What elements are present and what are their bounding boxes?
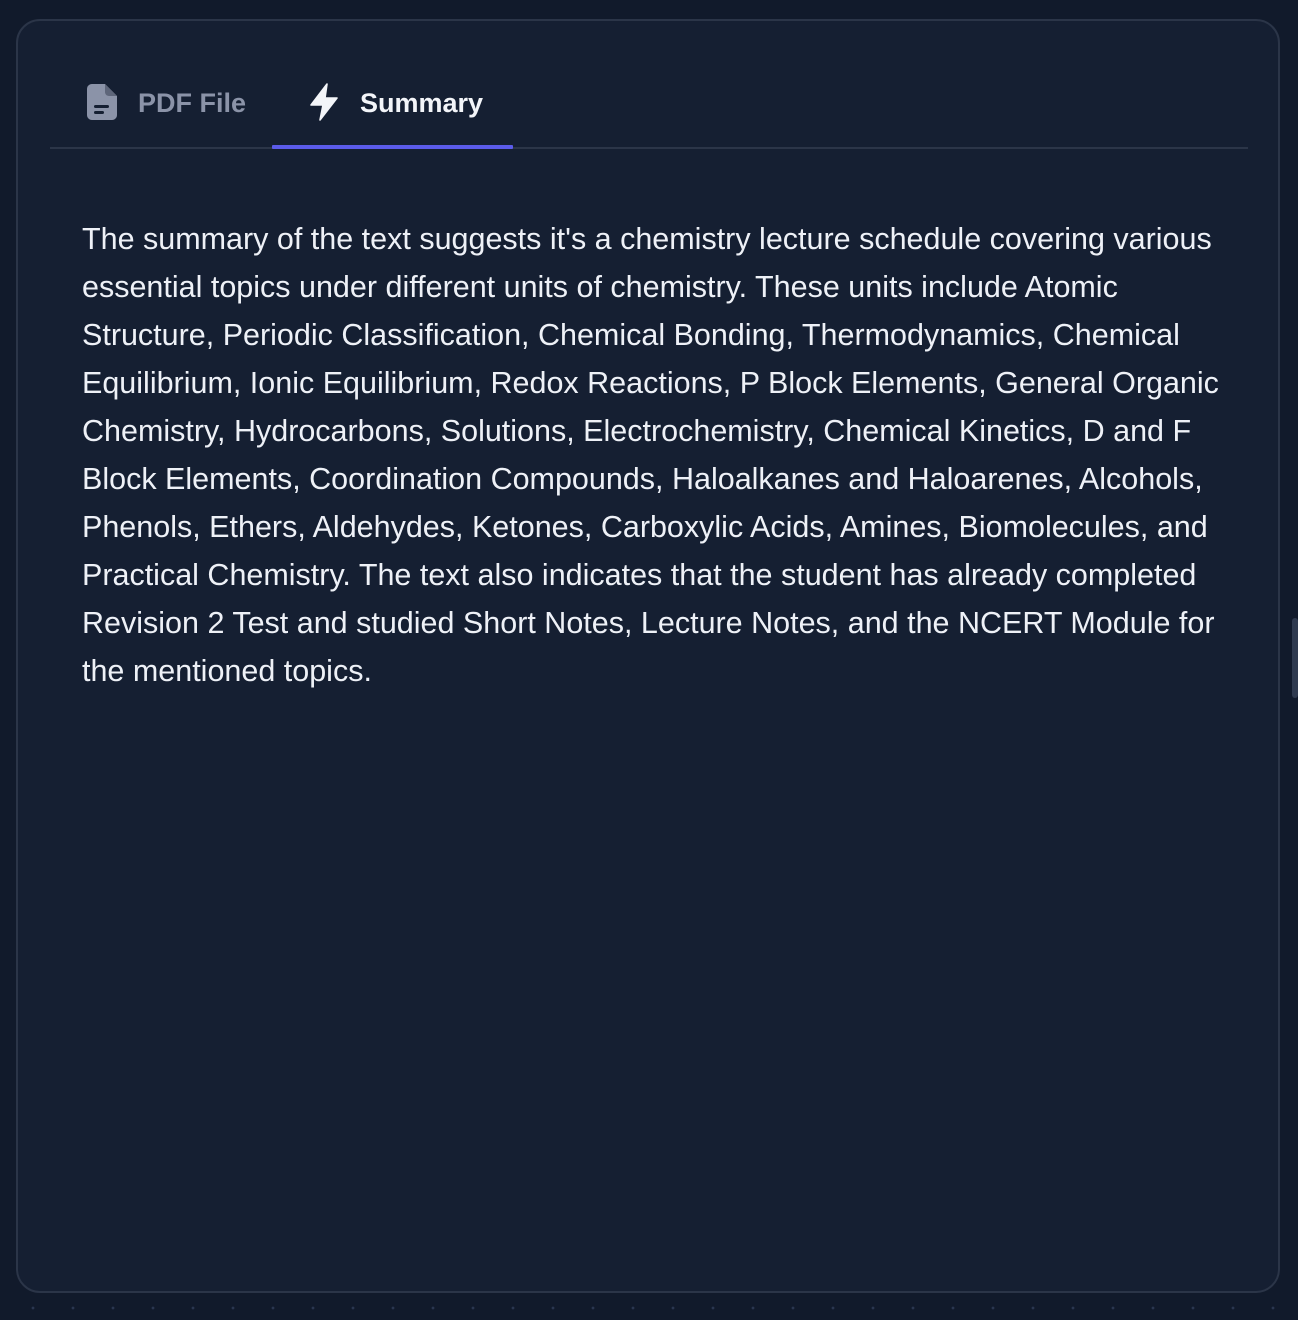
page: PDF File Summary The summary of the text… [0, 0, 1298, 1320]
tab-summary[interactable]: Summary [272, 61, 513, 149]
summary-card: PDF File Summary The summary of the text… [16, 19, 1280, 1293]
tab-pdf-file[interactable]: PDF File [50, 61, 272, 147]
tab-bar: PDF File Summary [50, 61, 1248, 149]
lightning-icon [306, 82, 342, 122]
tab-pdf-file-label: PDF File [138, 88, 247, 118]
document-icon [84, 82, 120, 122]
tab-summary-label: Summary [360, 88, 484, 118]
summary-text: The summary of the text suggests it's a … [82, 222, 1219, 688]
scrollbar[interactable] [1292, 618, 1298, 698]
